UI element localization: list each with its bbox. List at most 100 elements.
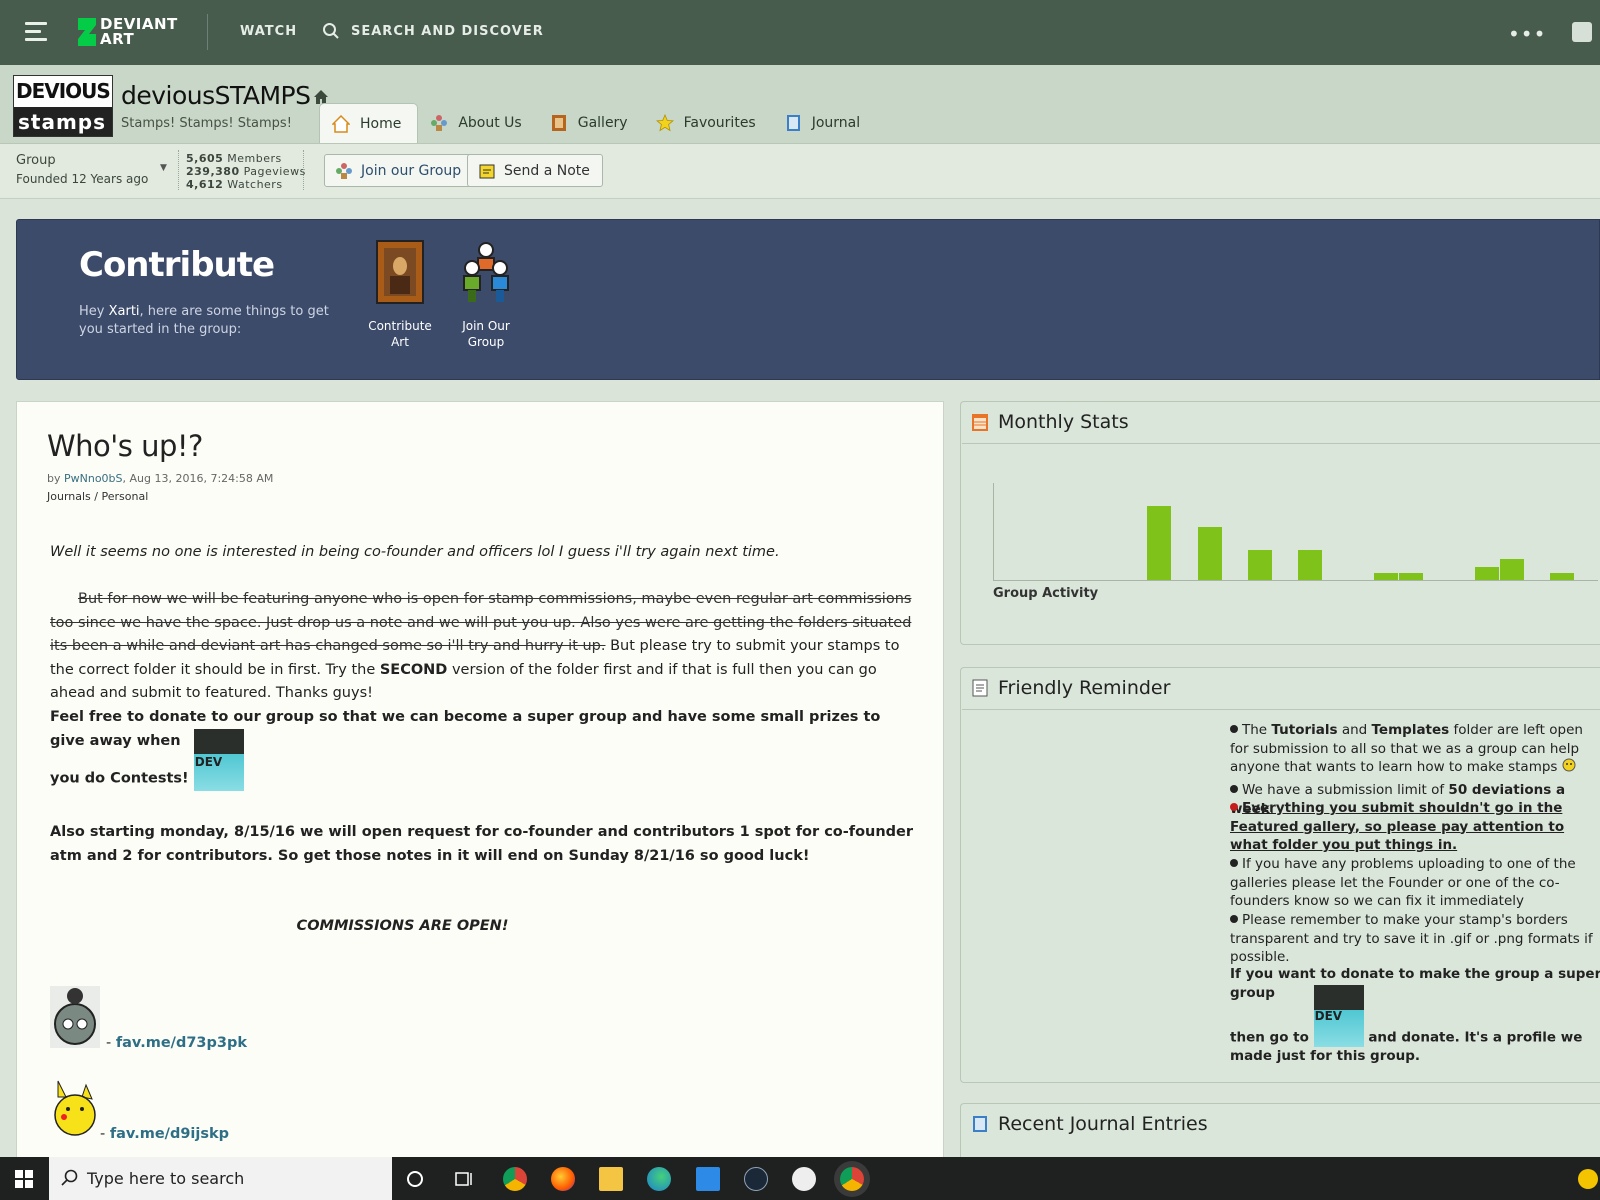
tab-journal-label: Journal [811, 115, 861, 131]
notes-icon[interactable] [1572, 22, 1592, 42]
join-our-group-item[interactable]: Join Our Group [446, 240, 526, 350]
tab-home[interactable]: Home [319, 103, 419, 143]
contribute-title: Contribute [79, 245, 275, 285]
chart-bar [1147, 506, 1172, 580]
firefox-icon[interactable] [551, 1167, 575, 1191]
journal-paragraph-2: But for now we will be featuring anyone … [50, 588, 920, 706]
group-founded: Founded 12 Years ago [16, 172, 149, 186]
group-name[interactable]: deviousSTAMPS [121, 81, 329, 110]
members-label: Members [227, 152, 282, 165]
commission-link-2[interactable]: fav.me/d9ijskp [110, 1126, 229, 1142]
r4-text: If you have any problems uploading to on… [1230, 856, 1576, 909]
more-options-icon[interactable]: ••• [1508, 22, 1546, 46]
deviantart-logo[interactable]: DEVIANT ART [78, 16, 178, 48]
tab-journal[interactable]: Journal [772, 103, 876, 143]
category-personal-link[interactable]: Personal [101, 490, 148, 503]
dev-profile-thumbnail[interactable]: DEV [193, 729, 244, 791]
search-icon[interactable] [322, 22, 340, 40]
photos-icon[interactable] [696, 1167, 720, 1191]
steam-icon[interactable] [744, 1167, 768, 1191]
commission-avatar-2[interactable] [50, 1077, 100, 1139]
journal-title[interactable]: Who's up!? [47, 429, 203, 463]
r3-text: Everything you submit shouldn't go in th… [1230, 800, 1565, 853]
p2-bold: SECOND [379, 661, 448, 678]
journal-paragraph-1: Well it seems no one is interested in be… [50, 544, 780, 560]
commission-avatar-1[interactable] [50, 986, 100, 1048]
chart-bar [1197, 527, 1222, 580]
contribute-username: Xarti [108, 304, 140, 319]
category-journals-link[interactable]: Journals [47, 490, 91, 503]
pageviews-stat: 239,380 Pageviews [186, 165, 306, 178]
join-group-button[interactable]: Join our Group [324, 154, 475, 187]
members-stat: 5,605 Members [186, 152, 282, 165]
send-note-button[interactable]: Send a Note [467, 154, 603, 187]
penguin-app-icon[interactable] [792, 1167, 816, 1191]
commissions-open-text: COMMISSIONS ARE OPEN! [296, 918, 509, 934]
bullet-icon [1230, 915, 1238, 923]
search-icon [61, 1169, 78, 1186]
picture-frame-icon [376, 240, 424, 304]
group-tagline: Stamps! Stamps! Stamps! [121, 116, 292, 131]
link1-dash: - [106, 1035, 116, 1051]
edge-icon[interactable] [647, 1167, 671, 1191]
commission-link-1[interactable]: fav.me/d73p3pk [116, 1035, 247, 1051]
notification-icon[interactable] [1578, 1169, 1598, 1189]
logo-text-line2: ART [100, 30, 135, 48]
chrome-active-icon[interactable] [840, 1167, 864, 1191]
watch-link[interactable]: WATCH [240, 24, 297, 39]
group-type: Group [16, 153, 56, 168]
contribute-art-label: Contribute Art [368, 319, 432, 349]
dev-profile-thumbnail[interactable]: DEV [1313, 985, 1364, 1047]
join-group-label: Join our Group [361, 162, 462, 179]
taskbar-search-placeholder: Type here to search [87, 1169, 245, 1188]
reminder-item-5: Please remember to make your stamp's bor… [1230, 911, 1600, 967]
monthly-stats-divider [962, 443, 1600, 444]
chart-bar [1298, 550, 1323, 580]
topbar-divider [207, 14, 208, 50]
contribute-description: Hey Xarti, here are some things to get y… [79, 303, 329, 339]
tab-about-us[interactable]: About Us [418, 103, 537, 143]
group-name-text: deviousSTAMPS [121, 81, 311, 110]
journal-categories: Journals / Personal [47, 490, 148, 503]
gallery-frame-icon [551, 115, 566, 131]
taskbar-search-box[interactable]: Type here to search [49, 1157, 392, 1200]
category-separator: / [90, 490, 102, 503]
journal-date: , Aug 13, 2016, 7:24:58 AM [122, 472, 274, 485]
journal-author-link[interactable]: PwNno0bS [64, 472, 123, 485]
members-count: 5,605 [186, 152, 224, 165]
chrome-icon[interactable] [503, 1167, 527, 1191]
reminder-item-4: If you have any problems uploading to on… [1230, 855, 1600, 911]
file-explorer-icon[interactable] [599, 1167, 623, 1191]
note-icon [479, 164, 495, 178]
chart-bar [1374, 573, 1398, 580]
deviantart-logo-icon [78, 18, 96, 46]
watchers-stat: 4,612 Watchers [186, 178, 283, 191]
tab-gallery[interactable]: Gallery [538, 103, 644, 143]
contribute-art-item[interactable]: Contribute Art [360, 240, 440, 350]
search-and-discover[interactable]: SEARCH AND DISCOVER [351, 24, 544, 39]
commission-link-1-row: - fav.me/d73p3pk [106, 1032, 406, 1056]
task-view-icon[interactable] [454, 1169, 474, 1189]
tab-favourites-label: Favourites [683, 115, 756, 131]
pageviews-label: Pageviews [243, 165, 306, 178]
tab-about-us-label: About Us [458, 115, 522, 131]
avatar-text-bottom: stamps [14, 107, 112, 136]
watchers-count: 4,612 [186, 178, 224, 191]
link2-dash: - [100, 1126, 110, 1142]
smiley-icon [1562, 758, 1576, 772]
contribute-desc-pre: Hey [79, 304, 109, 319]
windows-start-icon[interactable] [15, 1170, 33, 1188]
chart-bars [994, 483, 1598, 580]
chevron-down-icon[interactable]: ▼ [160, 163, 167, 173]
recent-journal-title: Recent Journal Entries [998, 1113, 1208, 1135]
menu-icon[interactable] [25, 22, 47, 42]
reminder-item-3: Everything you submit shouldn't go in th… [1230, 799, 1600, 855]
group-avatar[interactable]: DEVIOUS stamps [13, 75, 113, 137]
tab-favourites[interactable]: Favourites [644, 103, 772, 143]
friendly-reminder-title: Friendly Reminder [998, 677, 1171, 699]
chart-bar [1399, 573, 1424, 580]
cortana-icon[interactable] [406, 1170, 424, 1188]
dev-thumb-label: DEV [194, 755, 223, 769]
journal-paragraph-3b: you do Contests! DEV [50, 729, 920, 791]
reminder-donate-line-2: then go to DEV and donate. It's a profil… [1230, 985, 1600, 1066]
